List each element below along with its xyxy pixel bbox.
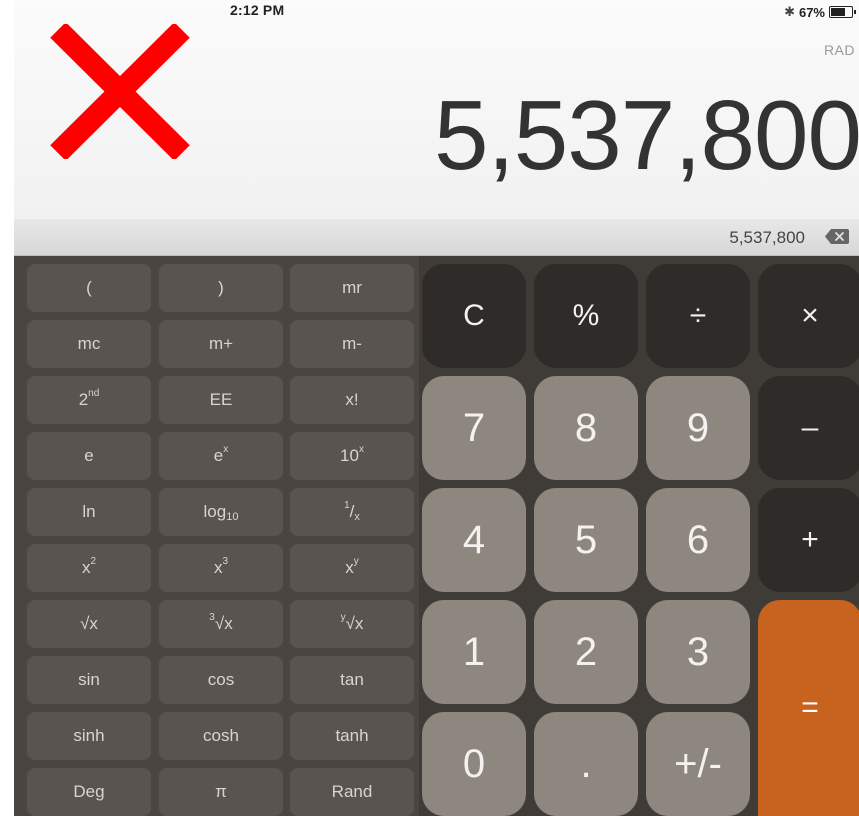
equals-key[interactable]: = — [758, 600, 859, 816]
calculator-screen: 2:12 PM ✱ 67% RAD 5,537,800 5,537,800 ( … — [14, 0, 859, 816]
digit-2-key[interactable]: 2 — [534, 600, 638, 704]
bluetooth-icon: ✱ — [784, 4, 795, 19]
e-key[interactable]: e — [27, 432, 151, 480]
x-squared-key[interactable]: x2 — [27, 544, 151, 592]
cosh-key[interactable]: cosh — [159, 712, 283, 760]
status-time: 2:12 PM — [230, 2, 285, 18]
close-paren-key[interactable]: ) — [159, 264, 283, 312]
memory-clear-key[interactable]: mc — [27, 320, 151, 368]
main-display-value: 5,537,800 — [434, 80, 859, 190]
digit-0-key[interactable]: 0 — [422, 712, 526, 816]
second-function-key[interactable]: 2nd — [27, 376, 151, 424]
log10-key[interactable]: log 10 — [159, 488, 283, 536]
multiply-key[interactable]: × — [758, 264, 859, 368]
digit-4-key[interactable]: 4 — [422, 488, 526, 592]
battery-percent: 67% — [798, 4, 825, 20]
add-key[interactable]: + — [758, 488, 859, 592]
digit-8-key[interactable]: 8 — [534, 376, 638, 480]
reciprocal-key[interactable]: 1/x — [290, 488, 414, 536]
digit-9-key[interactable]: 9 — [646, 376, 750, 480]
degree-mode-key[interactable]: Deg — [27, 768, 151, 816]
e-power-x-key[interactable]: ex — [159, 432, 283, 480]
subtract-key[interactable]: – — [758, 376, 859, 480]
y-root-key[interactable]: y √x — [290, 600, 414, 648]
clear-key[interactable]: C — [422, 264, 526, 368]
digit-3-key[interactable]: 3 — [646, 600, 750, 704]
angle-mode-indicator: RAD — [823, 42, 855, 58]
sign-toggle-key[interactable]: +/- — [646, 712, 750, 816]
digit-7-key[interactable]: 7 — [422, 376, 526, 480]
history-bar: 5,537,800 — [14, 219, 859, 256]
battery-icon — [829, 6, 856, 18]
divide-key[interactable]: ÷ — [646, 264, 750, 368]
decimal-key[interactable]: . — [534, 712, 638, 816]
digit-6-key[interactable]: 6 — [646, 488, 750, 592]
random-key[interactable]: Rand — [290, 768, 414, 816]
red-x-mark — [50, 24, 190, 159]
ee-key[interactable]: EE — [159, 376, 283, 424]
display-area: 2:12 PM ✱ 67% RAD 5,537,800 — [14, 0, 859, 219]
memory-subtract-key[interactable]: m- — [290, 320, 414, 368]
factorial-key[interactable]: x! — [290, 376, 414, 424]
square-root-key[interactable]: √x — [27, 600, 151, 648]
sinh-key[interactable]: sinh — [27, 712, 151, 760]
memory-recall-key[interactable]: mr — [290, 264, 414, 312]
ln-key[interactable]: ln — [27, 488, 151, 536]
cos-key[interactable]: cos — [159, 656, 283, 704]
digit-5-key[interactable]: 5 — [534, 488, 638, 592]
sin-key[interactable]: sin — [27, 656, 151, 704]
backspace-icon[interactable] — [825, 229, 849, 244]
scientific-keypad: ( ) mr mc m+ m- 2nd EE x! e ex 10 x ln lo… — [14, 256, 419, 816]
open-paren-key[interactable]: ( — [27, 264, 151, 312]
x-cubed-key[interactable]: x3 — [159, 544, 283, 592]
ten-power-x-key[interactable]: 10 x — [290, 432, 414, 480]
status-indicators: ✱ 67% — [784, 4, 856, 20]
history-value: 5,537,800 — [729, 228, 805, 247]
tan-key[interactable]: tan — [290, 656, 414, 704]
digit-1-key[interactable]: 1 — [422, 600, 526, 704]
tanh-key[interactable]: tanh — [290, 712, 414, 760]
keypad: ( ) mr mc m+ m- 2nd EE x! e ex 10 x ln lo… — [14, 256, 859, 816]
x-power-y-key[interactable]: xy — [290, 544, 414, 592]
memory-add-key[interactable]: m+ — [159, 320, 283, 368]
pi-key[interactable]: π — [159, 768, 283, 816]
percent-key[interactable]: % — [534, 264, 638, 368]
cube-root-key[interactable]: 3 √x — [159, 600, 283, 648]
